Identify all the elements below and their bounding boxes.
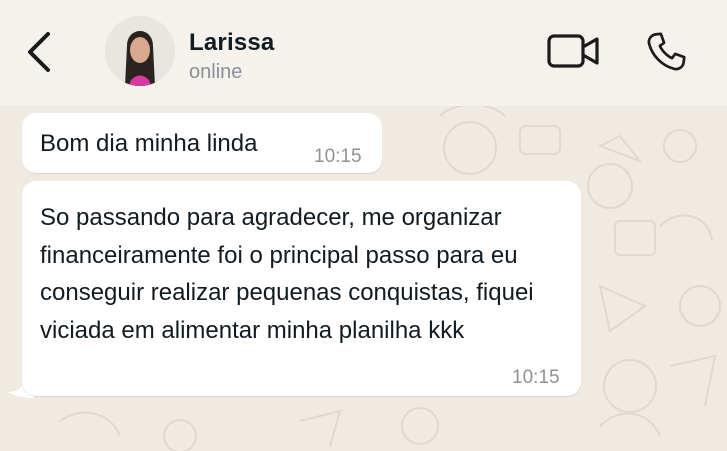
avatar-photo — [105, 16, 175, 86]
message-bubble[interactable]: Bom dia minha linda 10:15 — [22, 113, 382, 173]
message-bubble[interactable]: So passando para agradecer, me organizar… — [22, 181, 581, 396]
contact-status: online — [189, 61, 243, 83]
message-time: 10:15 — [314, 146, 362, 167]
video-call-icon[interactable] — [546, 33, 600, 69]
back-arrow-icon[interactable] — [24, 30, 56, 74]
contact-avatar[interactable] — [105, 16, 175, 86]
message-text: Bom dia minha linda — [40, 130, 258, 157]
phone-icon[interactable] — [643, 29, 689, 75]
chat-header: Larissa online — [0, 0, 727, 106]
message-time: 10:15 — [512, 367, 560, 388]
contact-name[interactable]: Larissa — [189, 29, 274, 57]
message-text: So passando para agradecer, me organizar… — [40, 204, 534, 344]
